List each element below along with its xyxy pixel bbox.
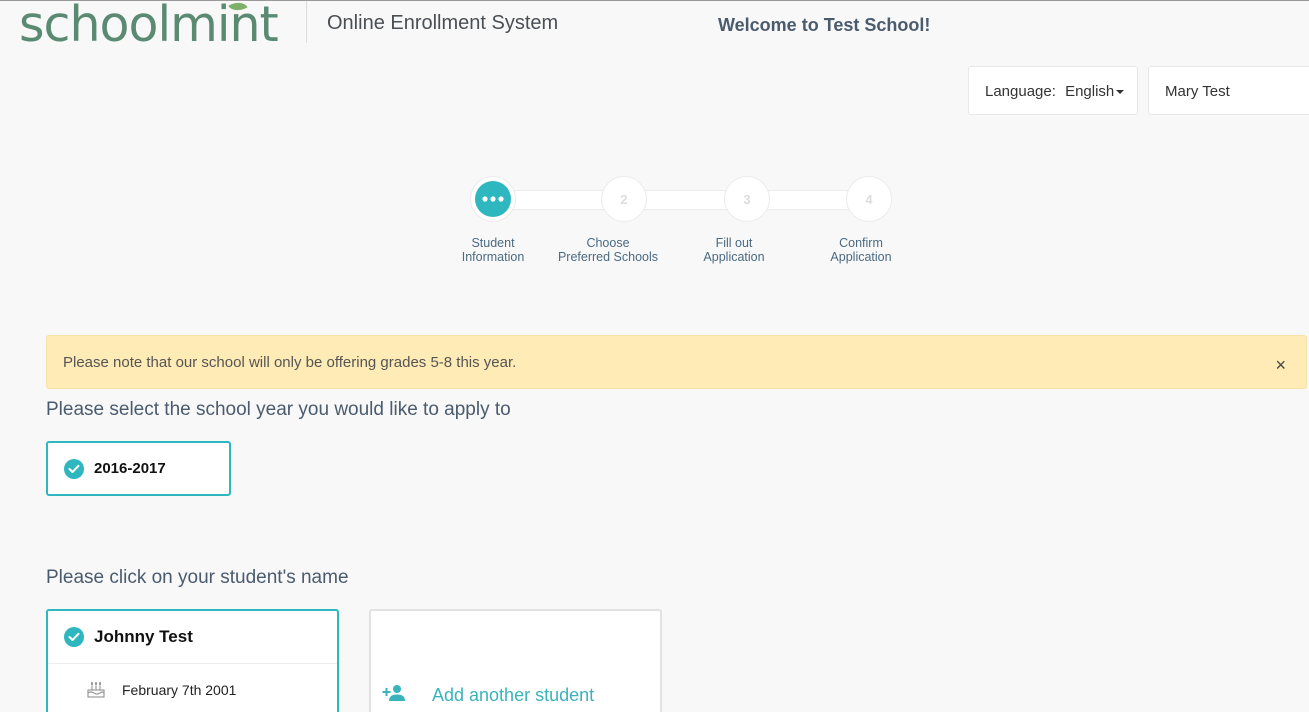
add-student-label: Add another student: [432, 685, 595, 705]
step-4-label: Confirm Application: [791, 236, 931, 264]
birthday-cake-icon: [86, 679, 106, 702]
student-dob-row: February 7th 2001: [48, 664, 337, 712]
user-name: Mary Test: [1165, 83, 1230, 100]
header-divider: [306, 1, 307, 43]
person-add-icon: [382, 684, 406, 707]
more-dots-icon: [475, 181, 511, 217]
school-year-label: 2016-2017: [94, 460, 166, 477]
check-circle-icon: [64, 627, 84, 647]
system-title: Online Enrollment System: [327, 12, 559, 34]
step-4-line2: Application: [830, 250, 892, 264]
step-4-line1: Confirm: [839, 236, 883, 250]
add-student-card[interactable]: Add another student: [369, 609, 662, 712]
step-3-label: Fill out Application: [664, 236, 804, 264]
student-card[interactable]: Johnny Test February 7th 2001: [46, 609, 339, 712]
step-3-line2: Application: [703, 250, 765, 264]
student-name: Johnny Test: [94, 627, 193, 646]
welcome-message: Welcome to Test School!: [718, 15, 931, 35]
step-3-number: 3: [729, 181, 765, 217]
step-4-circle: 4: [846, 176, 892, 222]
step-3-circle: 3: [724, 176, 770, 222]
language-selector[interactable]: Language: English: [968, 66, 1138, 115]
add-student-row: Add another student: [382, 684, 594, 707]
alert-message: Please note that our school will only be…: [63, 354, 517, 371]
user-menu[interactable]: Mary Test: [1148, 66, 1309, 115]
caret-down-icon: [1116, 90, 1125, 95]
step-4-number: 4: [851, 181, 887, 217]
school-year-option[interactable]: 2016-2017: [46, 441, 231, 496]
student-dob: February 7th 2001: [122, 682, 237, 698]
schoolmint-logo[interactable]: schoolmint: [19, 0, 279, 55]
close-icon[interactable]: ×: [1275, 356, 1286, 374]
student-name-row: Johnny Test: [48, 611, 337, 664]
check-circle-icon: [64, 458, 84, 479]
student-heading: Please click on your student's name: [46, 567, 349, 588]
step-1-circle: [470, 176, 516, 222]
notice-alert: Please note that our school will only be…: [46, 335, 1307, 389]
language-value: English: [1065, 83, 1115, 100]
step-2-line2: Preferred Schools: [557, 250, 659, 264]
step-2-circle: 2: [601, 176, 647, 222]
step-3-line1: Fill out: [715, 236, 753, 250]
step-2-label: Choose Preferred Schools: [538, 236, 678, 264]
language-label: Language:: [985, 83, 1056, 100]
step-2-line1: Choose: [586, 236, 630, 250]
step-2-number: 2: [606, 181, 642, 217]
school-year-heading: Please select the school year you would …: [46, 399, 511, 420]
stepper-track: [492, 190, 872, 210]
